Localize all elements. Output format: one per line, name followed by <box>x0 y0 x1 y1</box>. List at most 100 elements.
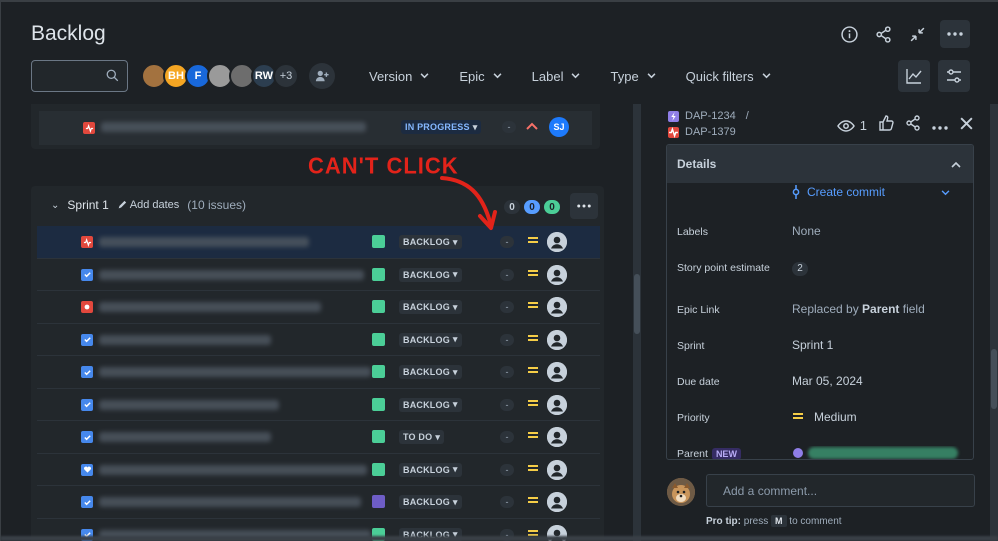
add-dates-button[interactable]: Add dates <box>117 199 179 211</box>
sprint-header[interactable]: ⌄ Sprint 1 Add dates (10 issues) <box>51 198 246 212</box>
status-label: IN PROGRESS <box>405 122 470 132</box>
search-input[interactable] <box>31 60 128 92</box>
field-value[interactable]: None <box>792 224 821 238</box>
status-dropdown[interactable]: TO DO ▾ <box>399 430 445 444</box>
assignee-avatar[interactable]: SJ <box>549 117 569 137</box>
unassigned-avatar-icon[interactable] <box>547 329 567 350</box>
share-icon[interactable] <box>905 115 921 136</box>
filter-version[interactable]: Version <box>369 69 429 84</box>
filter-quick-filters[interactable]: Quick filters <box>686 69 771 84</box>
field-label: Labels <box>677 226 708 238</box>
add-people-button[interactable] <box>309 63 335 89</box>
issue-summary <box>99 367 371 377</box>
chevron-down-icon[interactable] <box>941 185 950 199</box>
status-dropdown[interactable]: BACKLOG ▾ <box>399 235 462 249</box>
new-badge: NEW <box>711 448 741 459</box>
chevron-down-icon: ▾ <box>452 269 458 279</box>
issue-row[interactable]: BACKLOG ▾ - <box>37 226 600 259</box>
more-members-avatar[interactable]: +3 <box>273 63 299 89</box>
unassigned-avatar-icon[interactable] <box>547 427 567 447</box>
status-dropdown[interactable]: BACKLOG ▾ <box>399 332 462 347</box>
epic-link-value[interactable]: Replaced by Parent field <box>792 302 925 316</box>
list-scrollbar[interactable] <box>633 104 641 541</box>
issue-row[interactable]: IN PROGRESS ▾ - SJ <box>39 111 592 145</box>
issue-row[interactable]: BACKLOG ▾ - <box>37 356 600 389</box>
chevron-down-icon[interactable]: ⌄ <box>51 200 59 211</box>
unassigned-avatar-icon[interactable] <box>547 362 567 382</box>
parent-value[interactable] <box>792 446 962 459</box>
filter-label: Version <box>369 68 413 84</box>
issue-row[interactable]: BACKLOG ▾ - <box>37 453 600 486</box>
field-label-text: Due date <box>677 376 720 388</box>
sprint-container: ⌄ Sprint 1 Add dates (10 issues) 000 BAC… <box>31 186 604 541</box>
insights-button[interactable] <box>898 60 930 92</box>
view-settings-button[interactable] <box>938 60 970 92</box>
story-points: - <box>500 398 514 411</box>
issue-row[interactable]: BACKLOG ▾ - <box>37 388 600 421</box>
unassigned-avatar-icon[interactable] <box>547 459 567 480</box>
watch-button[interactable]: 1 <box>836 118 867 133</box>
status-dropdown[interactable]: BACKLOG ▾ <box>399 462 462 477</box>
details-header[interactable]: Details <box>667 145 973 183</box>
field-label-text: Parent <box>677 448 708 460</box>
status-dropdown[interactable]: BACKLOG ▾ <box>399 495 462 509</box>
status-count-badge: 0 <box>524 200 540 214</box>
unassigned-avatar-icon[interactable] <box>547 492 567 512</box>
like-icon[interactable] <box>878 115 894 136</box>
unassigned-avatar-icon[interactable] <box>547 232 567 252</box>
comment-input[interactable]: Add a comment... <box>706 474 975 507</box>
filter-type[interactable]: Type <box>610 68 656 84</box>
create-commit-label: Create commit <box>807 185 886 199</box>
more-icon[interactable] <box>932 117 948 135</box>
filter-epic[interactable]: Epic <box>459 69 502 84</box>
more-icon[interactable] <box>940 20 970 48</box>
field-value[interactable]: Mar 05, 2024 <box>792 374 863 388</box>
chevron-down-icon: ▾ <box>452 334 458 344</box>
status-label: BACKLOG <box>403 334 450 345</box>
status-dropdown[interactable]: BACKLOG ▾ <box>399 267 462 282</box>
story-points: - <box>502 121 516 133</box>
status-dropdown[interactable]: BACKLOG ▾ <box>399 365 462 379</box>
field-value[interactable]: Sprint 1 <box>792 338 833 352</box>
unassigned-avatar-icon[interactable] <box>547 264 567 285</box>
sprint-more-button[interactable] <box>570 193 598 219</box>
create-commit-button[interactable]: Create commit <box>791 185 950 199</box>
status-label: BACKLOG <box>403 497 450 507</box>
filter-label: Type <box>610 68 639 84</box>
issue-summary <box>99 464 367 475</box>
unassigned-avatar-icon[interactable] <box>547 394 567 415</box>
priority-value[interactable]: Medium <box>792 410 857 424</box>
issue-list: BACKLOG ▾ - BACKLOG ▾ - BACKLOG ▾ - BACKLOG ▾ - BACK… <box>37 226 600 541</box>
status-dropdown[interactable]: IN PROGRESS ▾ <box>401 120 482 134</box>
comment-tip: Pro tip: press M to comment <box>706 515 842 527</box>
status-dropdown[interactable]: BACKLOG ▾ <box>399 397 462 412</box>
status-dropdown[interactable]: BACKLOG ▾ <box>399 300 462 314</box>
epic-icon <box>668 110 679 122</box>
issue-row[interactable]: TO DO ▾ - <box>37 421 600 454</box>
unassigned-avatar-icon[interactable] <box>547 297 567 317</box>
issue-summary <box>99 237 309 247</box>
story-point-badge: 2 <box>792 261 808 276</box>
breadcrumb-issue-key[interactable]: DAP-1379 <box>685 124 736 140</box>
issue-row[interactable]: BACKLOG ▾ - <box>37 486 600 519</box>
status-count-badge: 0 <box>544 200 560 214</box>
filter-label[interactable]: Label <box>532 69 581 84</box>
story-points: - <box>500 301 514 313</box>
share-icon[interactable] <box>872 23 895 46</box>
issue-row[interactable]: BACKLOG ▾ - <box>37 323 600 356</box>
chevron-down-icon <box>493 71 502 81</box>
issue-row[interactable]: BACKLOG ▾ - <box>37 258 600 291</box>
detail-scrollbar[interactable] <box>990 104 998 541</box>
watcher-count: 1 <box>859 118 867 133</box>
epic-color-chip <box>372 235 385 248</box>
status-label: TO DO <box>403 432 433 442</box>
info-icon[interactable] <box>838 23 861 46</box>
issue-row[interactable]: BACKLOG ▾ - <box>37 291 600 324</box>
story-point-value[interactable]: 2 <box>792 260 808 276</box>
chevron-up-icon[interactable] <box>951 157 961 171</box>
collapse-icon[interactable] <box>906 23 929 46</box>
breadcrumb-parent[interactable]: DAP-1234 <box>685 108 736 124</box>
details-section: Details Create commit Labels None Story po… <box>666 144 974 460</box>
close-icon[interactable] <box>959 116 974 136</box>
task-icon <box>81 398 93 411</box>
